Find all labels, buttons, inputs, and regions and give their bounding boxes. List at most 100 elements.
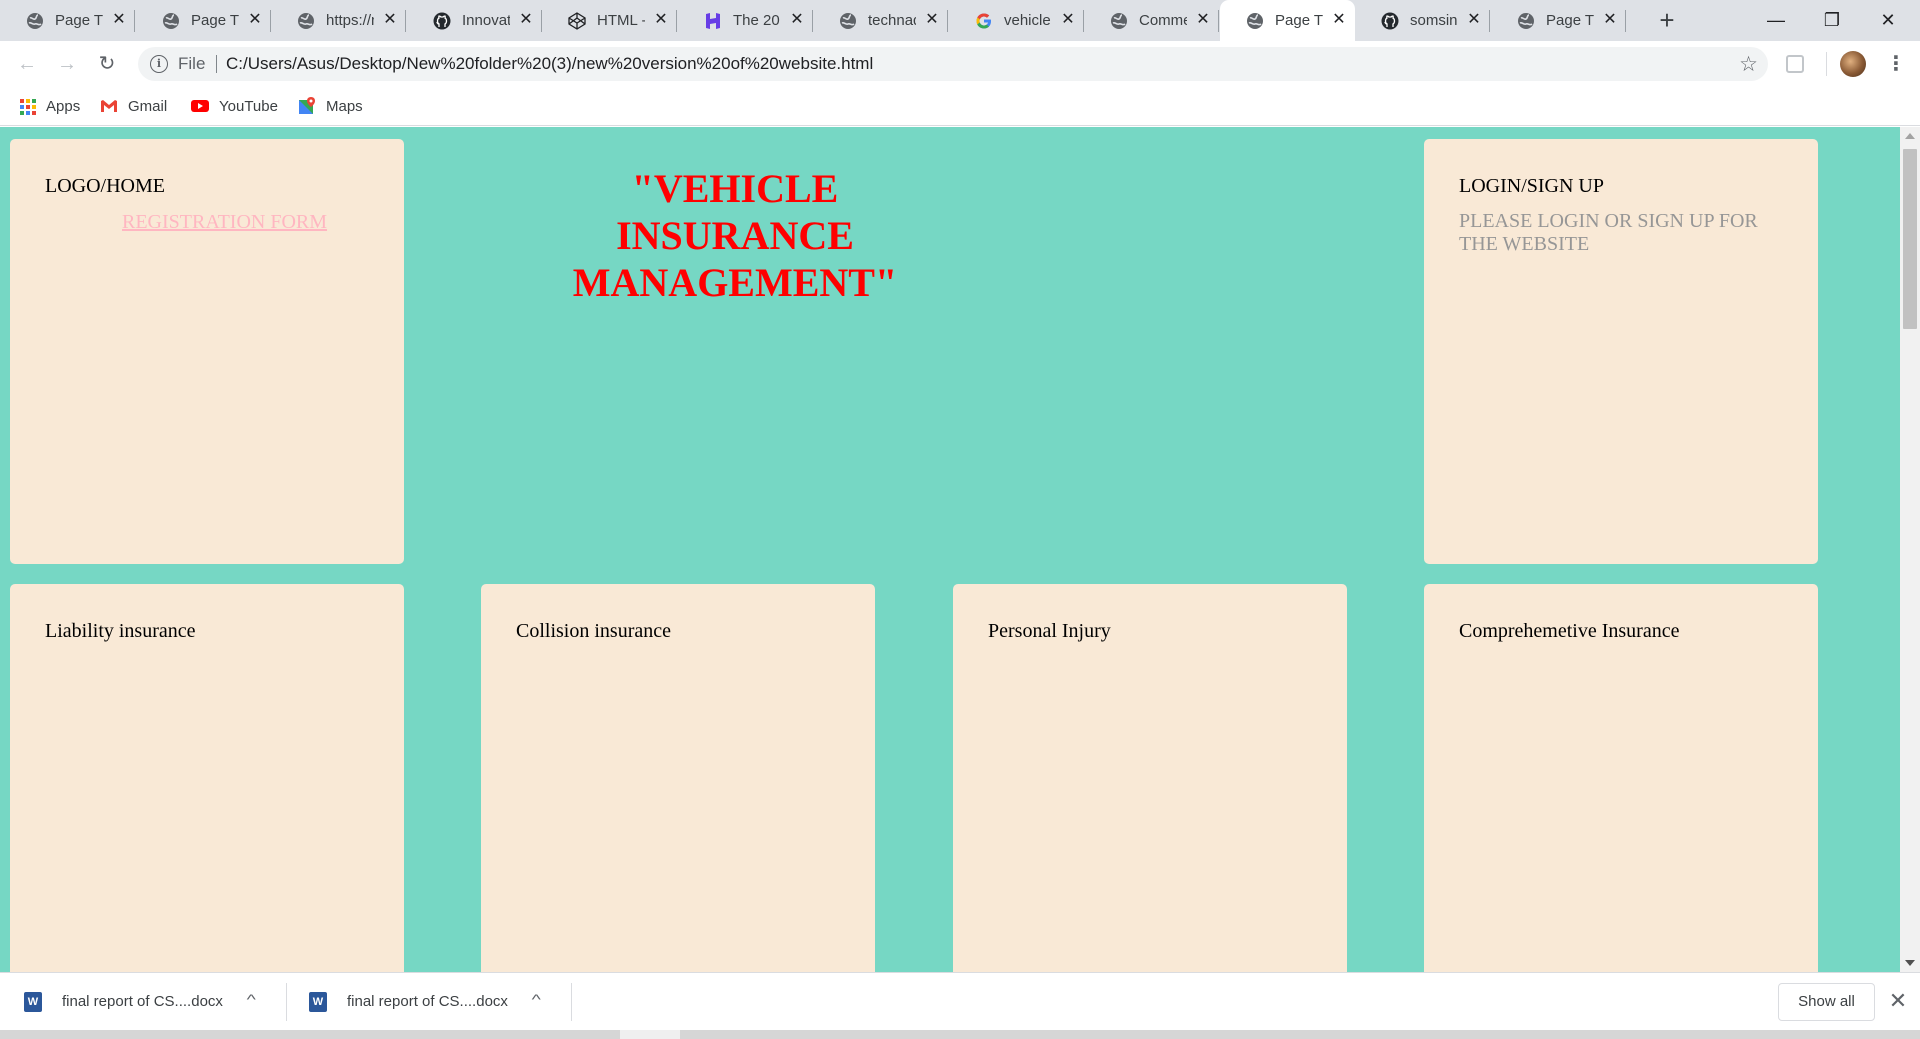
codepen-icon: [568, 12, 586, 30]
download-item[interactable]: W final report of CS....docx ^: [285, 973, 571, 1031]
profile-avatar[interactable]: [1840, 51, 1866, 77]
close-window-button[interactable]: ✕: [1860, 0, 1916, 41]
tab[interactable]: vehicle i ✕: [949, 0, 1084, 41]
url-text[interactable]: C:/Users/Asus/Desktop/New%20folder%20(3)…: [226, 54, 873, 74]
close-tab-icon[interactable]: ✕: [517, 11, 535, 29]
globe-icon: [297, 12, 315, 30]
page-title: "VEHICLE INSURANCE MANAGEMENT": [572, 166, 898, 305]
close-shelf-icon[interactable]: ✕: [1886, 989, 1910, 1013]
new-tab-button[interactable]: +: [1655, 7, 1679, 33]
tab-title: HTML -: [597, 12, 645, 29]
github-icon: [433, 12, 451, 30]
tab-separator: [1218, 10, 1219, 32]
download-filename: final report of CS....docx: [62, 993, 223, 1010]
google-icon: [975, 12, 993, 30]
tab-title: Innovate: [462, 12, 510, 29]
extension-icon[interactable]: [1786, 55, 1804, 73]
close-tab-icon[interactable]: ✕: [246, 11, 264, 29]
registration-form-link[interactable]: REGISTRATION FORM: [122, 211, 327, 234]
tab-separator: [1625, 10, 1626, 32]
close-tab-icon[interactable]: ✕: [788, 11, 806, 29]
scroll-down-arrow-icon[interactable]: [1905, 960, 1915, 966]
reload-button[interactable]: ↻: [94, 51, 120, 77]
tab[interactable]: HTML - ✕: [542, 0, 677, 41]
tab[interactable]: Page Title ✕: [0, 0, 135, 41]
scheme-label: File: [178, 54, 206, 73]
chevron-up-icon[interactable]: ^: [532, 991, 541, 1007]
close-tab-icon[interactable]: ✕: [1194, 11, 1212, 29]
insurance-card-personal-injury[interactable]: Personal Injury: [953, 584, 1347, 972]
close-tab-icon[interactable]: ✕: [1601, 11, 1619, 29]
close-tab-icon[interactable]: ✕: [1059, 11, 1077, 29]
tab-title: Page Tit: [1546, 12, 1594, 29]
bookmark-star-icon[interactable]: ☆: [1739, 52, 1758, 77]
scrollbar-thumb[interactable]: [1903, 149, 1917, 329]
logo-home-card: LOGO/HOME REGISTRATION FORM: [10, 139, 404, 564]
vertical-scrollbar[interactable]: [1900, 127, 1920, 972]
logo-home-label[interactable]: LOGO/HOME: [45, 175, 165, 198]
login-signup-card: LOGIN/SIGN UP PLEASE LOGIN OR SIGN UP FO…: [1424, 139, 1818, 564]
tab-title: https://m: [326, 12, 374, 29]
page-viewport: LOGO/HOME REGISTRATION FORM "VEHICLE INS…: [0, 127, 1900, 972]
toolbar-divider: [1826, 52, 1827, 76]
minimize-button[interactable]: —: [1748, 0, 1804, 41]
tab[interactable]: Innovate ✕: [407, 0, 542, 41]
close-tab-icon[interactable]: ✕: [923, 11, 941, 29]
insurance-card-collision[interactable]: Collision insurance: [481, 584, 875, 972]
back-button[interactable]: ←: [14, 51, 40, 77]
bookmark-apps[interactable]: Apps: [18, 96, 80, 116]
globe-icon: [839, 12, 857, 30]
globe-icon: [162, 12, 180, 30]
gmail-icon: [100, 97, 118, 115]
tab[interactable]: Comme ✕: [1084, 0, 1219, 41]
download-filename: final report of CS....docx: [347, 993, 508, 1010]
insurance-card-title: Liability insurance: [45, 620, 196, 642]
close-tab-icon[interactable]: ✕: [1330, 11, 1348, 29]
site-info-icon[interactable]: i: [150, 55, 168, 73]
insurance-card-comprehensive[interactable]: Comprehemetive Insurance: [1424, 584, 1818, 972]
close-tab-icon[interactable]: ✕: [652, 11, 670, 29]
globe-icon: [26, 12, 44, 30]
tab-title: somsing: [1410, 12, 1458, 29]
tab[interactable]: somsing ✕: [1355, 0, 1490, 41]
close-tab-icon[interactable]: ✕: [110, 11, 128, 29]
tab[interactable]: Page Title ✕: [136, 0, 271, 41]
tab[interactable]: Page Tit ✕: [1491, 0, 1626, 41]
close-tab-icon[interactable]: ✕: [381, 11, 399, 29]
bookmark-youtube[interactable]: YouTube: [191, 96, 278, 116]
chevron-up-icon[interactable]: ^: [247, 991, 256, 1007]
bookmark-maps[interactable]: Maps: [298, 96, 363, 116]
h-logo-icon: [704, 12, 722, 30]
scroll-up-arrow-icon[interactable]: [1905, 133, 1915, 139]
tab-separator: [405, 10, 406, 32]
tab-title: The 20 B: [733, 12, 781, 29]
tab[interactable]: The 20 B ✕: [678, 0, 813, 41]
browser-menu-icon[interactable]: ⋮: [1886, 51, 1906, 77]
tab-title: Page Title: [191, 12, 239, 29]
tab[interactable]: Page Tit ✕: [1220, 0, 1355, 42]
show-all-downloads-button[interactable]: Show all: [1778, 983, 1875, 1021]
tab-separator: [676, 10, 677, 32]
bookmarks-bar: Apps Gmail YouTube Maps: [0, 87, 1920, 126]
login-message: PLEASE LOGIN OR SIGN UP FOR THE WEBSITE: [1459, 210, 1758, 255]
tab-separator: [134, 10, 135, 32]
download-item[interactable]: W final report of CS....docx ^: [0, 973, 286, 1031]
tab[interactable]: technad ✕: [813, 0, 948, 41]
insurance-card-title: Personal Injury: [988, 620, 1111, 642]
forward-button[interactable]: →: [54, 51, 80, 77]
tab[interactable]: https://m ✕: [271, 0, 406, 41]
close-tab-icon[interactable]: ✕: [1465, 11, 1483, 29]
maximize-button[interactable]: ❐: [1804, 0, 1860, 41]
bookmark-label: YouTube: [219, 97, 278, 115]
insurance-card-title: Comprehemetive Insurance: [1459, 620, 1680, 642]
tab-title: Page Title: [55, 12, 103, 29]
download-divider: [571, 983, 572, 1021]
login-signup-label[interactable]: LOGIN/SIGN UP: [1459, 175, 1604, 198]
insurance-card-liability[interactable]: Liability insurance: [10, 584, 404, 972]
tab-separator: [1489, 10, 1490, 32]
address-divider: [216, 55, 217, 73]
tab-title: vehicle i: [1004, 12, 1052, 29]
address-bar[interactable]: i File C:/Users/Asus/Desktop/New%20folde…: [138, 47, 1768, 81]
apps-grid-icon: [18, 97, 36, 115]
bookmark-gmail[interactable]: Gmail: [100, 96, 167, 116]
